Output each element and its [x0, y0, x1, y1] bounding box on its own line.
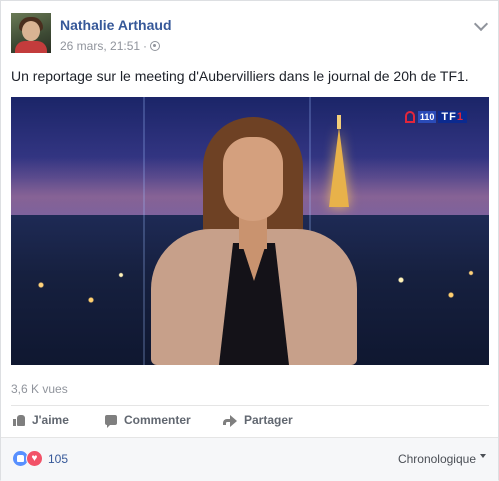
post-text: Un reportage sur le meeting d'Aubervilli…	[11, 68, 469, 84]
chevron-down-icon[interactable]	[473, 16, 489, 32]
author-name[interactable]: Nathalie Arthaud	[60, 17, 172, 33]
post-timestamp[interactable]: 26 mars, 21:51	[60, 39, 140, 53]
sort-label: Chronologique	[397, 452, 476, 466]
reactions-bar: ♥ 105 Chronologique	[1, 437, 498, 481]
comment-button[interactable]: Commenter	[105, 413, 191, 428]
channel-number: 110	[417, 111, 437, 123]
comment-label: Commenter	[124, 413, 191, 427]
meta-separator: ·	[143, 39, 148, 53]
share-label: Partager	[244, 413, 293, 427]
reaction-count[interactable]: 105	[48, 452, 68, 466]
share-button[interactable]: Partager	[223, 413, 293, 427]
channel-brand: TF1	[438, 111, 467, 123]
action-bar: J'aime Commenter Partager	[11, 409, 489, 433]
view-count[interactable]: 3,6 K vues	[11, 382, 68, 396]
avatar-shirt	[15, 41, 47, 53]
avatar[interactable]	[11, 13, 51, 53]
post-card: Nathalie Arthaud 26 mars, 21:51 · Un repo…	[0, 0, 499, 481]
studio-window-frame	[143, 97, 145, 365]
tf1-logo: 110 TF1	[404, 110, 467, 124]
share-icon	[223, 414, 237, 427]
comment-icon	[105, 415, 117, 428]
post-header: Nathalie Arthaud 26 mars, 21:51 ·	[11, 13, 489, 57]
divider	[11, 405, 489, 406]
like-button[interactable]: J'aime	[13, 413, 69, 427]
like-label: J'aime	[32, 413, 69, 427]
reaction-icons[interactable]: ♥	[12, 450, 46, 468]
avatar-face	[22, 21, 40, 41]
post-meta: 26 mars, 21:51 ·	[60, 39, 161, 53]
channel-brand-prefix: TF	[441, 111, 457, 123]
thumbs-up-icon	[13, 414, 25, 426]
video-player[interactable]: 110 TF1	[11, 97, 489, 365]
channel-brand-suffix: 1	[456, 111, 464, 123]
comment-sort-dropdown[interactable]: Chronologique	[398, 452, 486, 466]
globe-icon[interactable]	[150, 41, 161, 51]
love-reaction-icon: ♥	[26, 450, 43, 467]
red-ribbon-icon	[404, 111, 415, 123]
presenter-face	[223, 137, 283, 221]
caret-down-icon	[480, 454, 486, 458]
news-presenter	[151, 113, 361, 365]
